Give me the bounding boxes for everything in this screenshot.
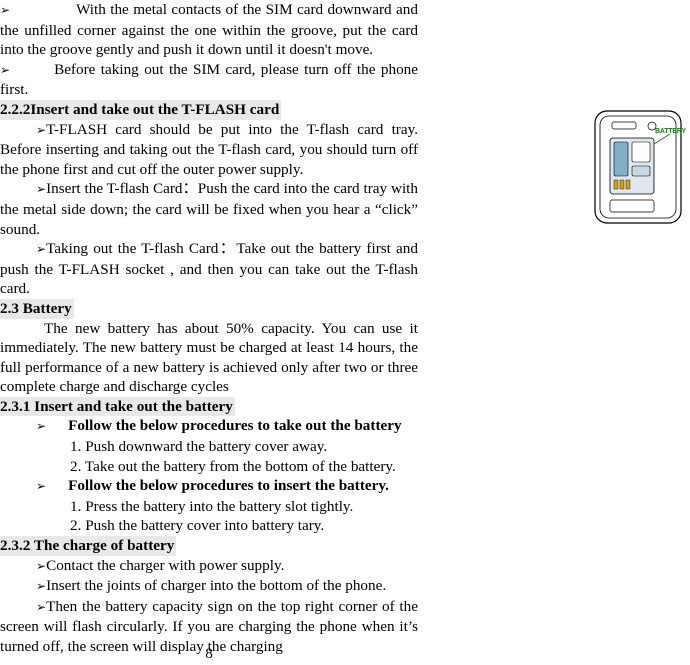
arrow-bullet-icon: ➢ xyxy=(36,479,47,494)
page-number: 8 xyxy=(205,645,213,662)
arrow-bullet-icon: ➢ xyxy=(0,62,11,77)
heading-2-2-2: 2.2.2Insert and take out the T-FLASH car… xyxy=(0,99,282,120)
arrow-bullet-icon: ➢ xyxy=(36,122,47,137)
item-tflash-insert-text: Insert the T-flash Card：Push the card in… xyxy=(0,180,418,238)
item-charge-1: ➢Contact the charger with power supply. xyxy=(0,556,418,577)
figure-label-battery: BATTERY xyxy=(655,128,686,135)
paragraph-sim-remove-text: Before taking out the SIM card, please t… xyxy=(0,60,418,99)
group-insert-title-text: Follow the below procedures to insert th… xyxy=(68,477,389,495)
item-charge-2-text: Insert the joints of charger into the bo… xyxy=(46,577,387,595)
heading-wrap-231: 2.3.1 Insert and take out the battery xyxy=(0,396,418,417)
group-insert-title: ➢ Follow the below procedures to insert t… xyxy=(0,476,418,497)
item-tflash-insert: ➢Insert the T-flash Card：Push the card i… xyxy=(0,179,418,239)
arrow-bullet-icon: ➢ xyxy=(36,419,47,434)
arrow-bullet-icon: ➢ xyxy=(0,3,11,17)
paragraph-battery-info-text: The new battery has about 50% capacity. … xyxy=(0,319,418,396)
text-column: ➢ With the metal contacts of the SIM card… xyxy=(0,0,418,657)
heading-wrap-23: 2.3 Battery xyxy=(0,298,418,319)
paragraph-sim-remove: ➢ Before taking out the SIM card, please … xyxy=(0,60,418,100)
arrow-bullet-icon: ➢ xyxy=(36,599,47,614)
arrow-bullet-icon: ➢ xyxy=(36,182,47,197)
arrow-bullet-icon: ➢ xyxy=(36,579,47,594)
heading-wrap-232: 2.3.2 The charge of battery xyxy=(0,536,418,556)
item-tflash-remove: ➢Taking out the T-flash Card：Take out th… xyxy=(0,239,418,299)
paragraph-battery-info: The new battery has about 50% capacity. … xyxy=(0,319,418,397)
item-charge-2: ➢Insert the joints of charger into the b… xyxy=(0,576,418,597)
heading-wrap-222: 2.2.2Insert and take out the T-FLASH car… xyxy=(0,99,418,120)
heading-2-3-1: 2.3.1 Insert and take out the battery xyxy=(0,396,235,417)
document-page: ➢ With the metal contacts of the SIM card… xyxy=(0,0,690,665)
item-tflash-remove-text: Taking out the T-flash Card：Take out the… xyxy=(0,240,418,298)
item-tflash-tray-text: T-FLASH card should be put into the T-fl… xyxy=(0,120,418,178)
heading-2-3: 2.3 Battery xyxy=(0,298,74,319)
step-takeout-2: 2. Take out the battery from the bottom … xyxy=(70,457,396,475)
step-insert-2: 2. Push the battery cover into battery t… xyxy=(70,517,325,535)
group-takeout-title-text: Follow the below procedures to take out … xyxy=(68,417,402,435)
phone-back-battery-diagram xyxy=(592,108,684,226)
item-charge-1-text: Contact the charger with power supply. xyxy=(46,556,285,574)
paragraph-sim-insert-text: With the metal contacts of the SIM card … xyxy=(0,1,418,59)
group-takeout-title: ➢ Follow the below procedures to take out… xyxy=(0,416,418,437)
arrow-bullet-icon: ➢ xyxy=(36,242,47,257)
heading-2-3-2: 2.3.2 The charge of battery xyxy=(0,536,177,556)
step-takeout-1: 1. Push downward the battery cover away. xyxy=(70,438,328,456)
paragraph-sim-insert: ➢ With the metal contacts of the SIM card… xyxy=(0,0,418,60)
item-tflash-tray: ➢T-FLASH card should be put into the T-f… xyxy=(0,120,418,180)
arrow-bullet-icon: ➢ xyxy=(36,558,47,573)
step-insert-1: 1. Press the battery into the battery sl… xyxy=(70,497,354,515)
